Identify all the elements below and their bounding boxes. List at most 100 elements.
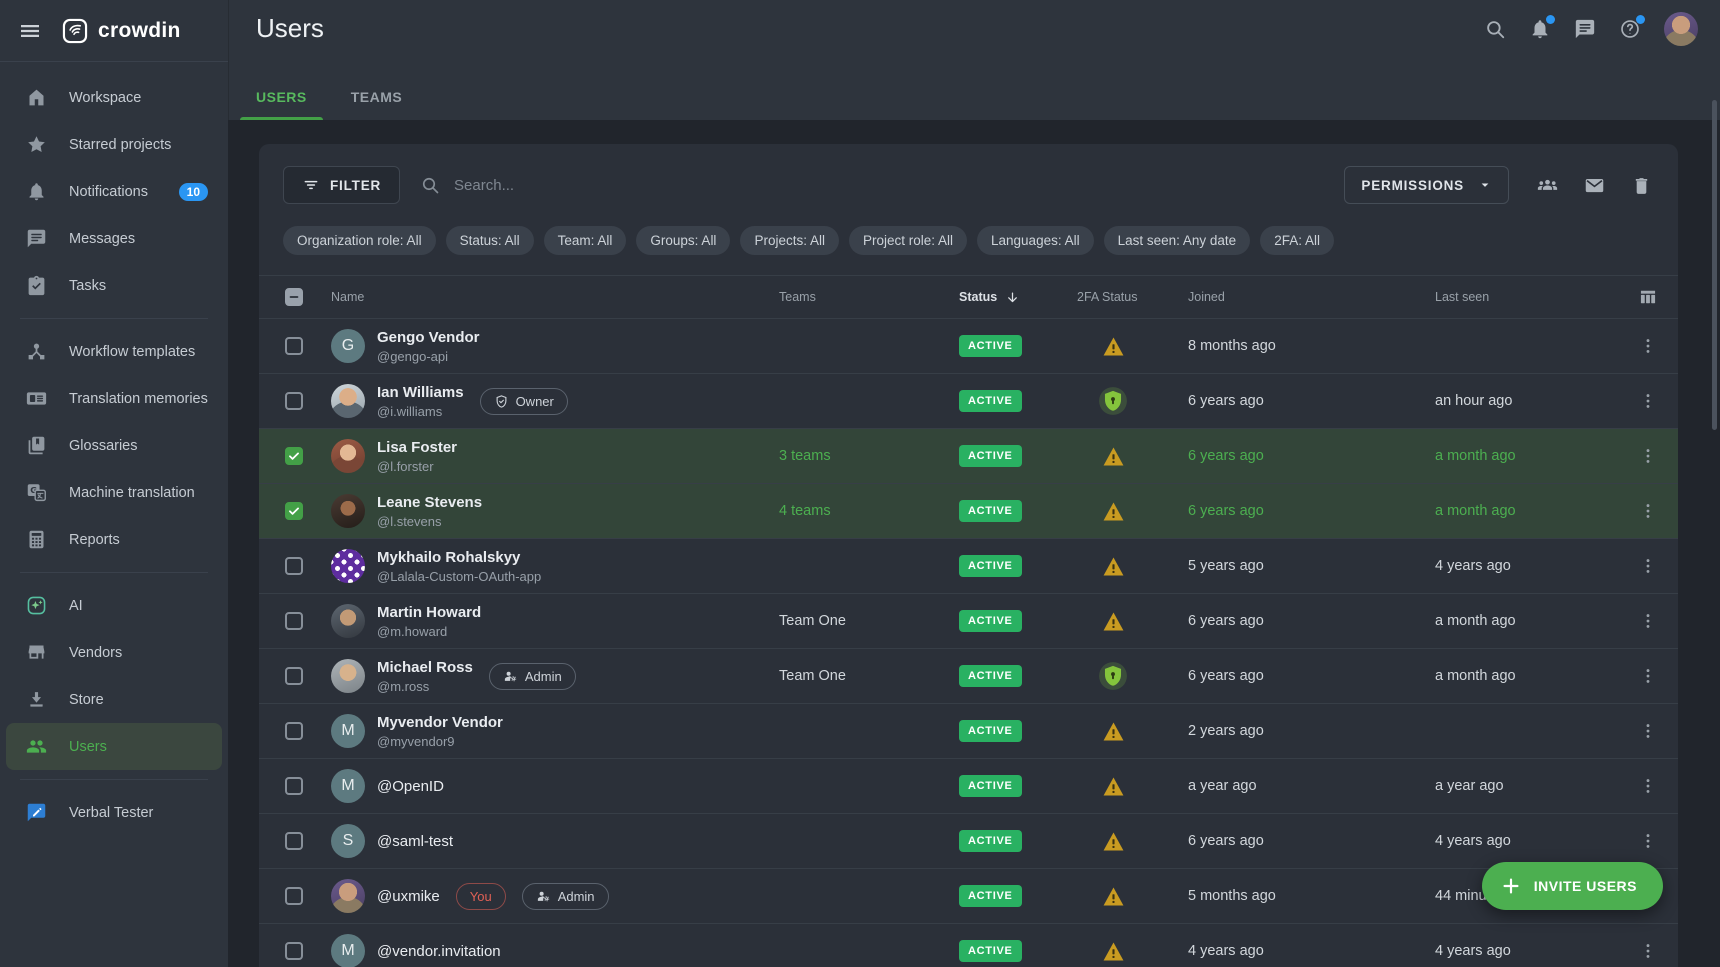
teams-value[interactable]: 4 teams — [779, 503, 831, 519]
sidebar-item-vendors[interactable]: Vendors — [0, 629, 228, 676]
row-checkbox[interactable] — [285, 942, 303, 960]
permissions-button[interactable]: PERMISSIONS — [1344, 166, 1509, 204]
user-name[interactable]: Martin Howard — [377, 604, 481, 621]
email-button[interactable] — [1584, 175, 1605, 196]
user-handle[interactable]: @vendor.invitation — [377, 943, 501, 960]
column-header-name[interactable]: Name — [331, 290, 364, 304]
row-menu-icon[interactable] — [1638, 721, 1658, 741]
sidebar-item-label: Starred projects — [69, 137, 171, 153]
sidebar-item-ai[interactable]: AI — [0, 582, 228, 629]
teams-value: Team One — [779, 668, 846, 684]
filter-chip[interactable]: Projects: All — [740, 226, 839, 255]
sidebar-item-machine-translation[interactable]: GMachine translation — [0, 469, 228, 516]
sidebar-item-reports[interactable]: Reports — [0, 516, 228, 563]
row-menu-icon[interactable] — [1638, 776, 1658, 796]
notifications-button[interactable] — [1529, 18, 1551, 40]
messages-button[interactable] — [1574, 18, 1596, 40]
filter-chip[interactable]: 2FA: All — [1260, 226, 1334, 255]
tab-teams[interactable]: TEAMS — [347, 89, 407, 120]
row-menu-icon[interactable] — [1638, 446, 1658, 466]
row-menu-icon[interactable] — [1638, 666, 1658, 686]
search-button[interactable] — [1484, 18, 1506, 40]
sidebar-item-label: AI — [69, 598, 83, 614]
sidebar-item-glossaries[interactable]: Glossaries — [0, 422, 228, 469]
table-row: Michael Ross@m.rossAdmin Team One ACTIVE… — [259, 649, 1678, 704]
row-menu-icon[interactable] — [1638, 391, 1658, 411]
teams-value: Team One — [779, 613, 846, 629]
row-checkbox[interactable] — [285, 557, 303, 575]
sidebar-item-messages[interactable]: Messages — [0, 215, 228, 262]
column-header-status[interactable]: Status — [959, 290, 1071, 305]
row-menu-icon[interactable] — [1638, 556, 1658, 576]
help-button[interactable] — [1619, 18, 1641, 40]
manage-groups-button[interactable] — [1537, 175, 1558, 196]
search-input[interactable] — [452, 176, 740, 195]
sidebar-item-tasks[interactable]: Tasks — [0, 262, 228, 309]
sidebar-item-workflow-templates[interactable]: Workflow templates — [0, 328, 228, 375]
sidebar-item-translation-memories[interactable]: Translation memories — [0, 375, 228, 422]
row-checkbox[interactable] — [285, 832, 303, 850]
user-name[interactable]: Michael Ross — [377, 659, 473, 676]
select-all-checkbox[interactable] — [285, 288, 303, 306]
filter-chip[interactable]: Languages: All — [977, 226, 1094, 255]
user-name[interactable]: Gengo Vendor — [377, 329, 480, 346]
column-header-last-seen[interactable]: Last seen — [1435, 290, 1489, 304]
row-checkbox[interactable] — [285, 337, 303, 355]
teams-value[interactable]: 3 teams — [779, 448, 831, 464]
filter-chip[interactable]: Team: All — [544, 226, 627, 255]
notifications-count-badge: 10 — [179, 183, 208, 201]
sidebar-item-verbal-tester[interactable]: Verbal Tester — [0, 789, 228, 836]
sidebar-item-starred-projects[interactable]: Starred projects — [0, 121, 228, 168]
filter-chip[interactable]: Project role: All — [849, 226, 967, 255]
invite-users-button[interactable]: INVITE USERS — [1482, 862, 1663, 910]
filter-chip[interactable]: Organization role: All — [283, 226, 436, 255]
filter-chip[interactable]: Groups: All — [636, 226, 730, 255]
glossary-icon — [26, 435, 47, 456]
row-menu-icon[interactable] — [1638, 336, 1658, 356]
tab-users[interactable]: USERS — [252, 89, 311, 120]
menu-icon[interactable] — [18, 19, 42, 43]
row-checkbox[interactable] — [285, 502, 303, 520]
column-header-teams[interactable]: Teams — [779, 290, 816, 304]
filter-chip[interactable]: Last seen: Any date — [1104, 226, 1251, 255]
user-name[interactable]: Ian Williams — [377, 384, 464, 401]
user-name[interactable]: Myvendor Vendor — [377, 714, 503, 731]
user-handle[interactable]: @OpenID — [377, 778, 444, 795]
row-checkbox[interactable] — [285, 777, 303, 795]
sidebar-item-store[interactable]: Store — [0, 676, 228, 723]
last-seen-value: a month ago — [1435, 668, 1618, 684]
row-checkbox[interactable] — [285, 612, 303, 630]
user-handle[interactable]: @uxmike — [377, 888, 440, 905]
row-menu-icon[interactable] — [1638, 501, 1658, 521]
user-name-block: Martin Howard@m.howard — [377, 604, 481, 639]
row-checkbox[interactable] — [285, 887, 303, 905]
filter-button[interactable]: FILTER — [283, 166, 400, 204]
columns-icon[interactable] — [1638, 287, 1658, 307]
column-header-2fa[interactable]: 2FA Status — [1077, 290, 1137, 304]
row-checkbox[interactable] — [285, 667, 303, 685]
crowdin-logo[interactable]: crowdin — [62, 18, 181, 44]
row-menu-icon[interactable] — [1638, 611, 1658, 631]
sidebar-item-workspace[interactable]: Workspace — [0, 74, 228, 121]
sidebar-item-notifications[interactable]: Notifications10 — [0, 168, 228, 215]
user-name[interactable]: Leane Stevens — [377, 494, 482, 511]
page-scrollbar[interactable] — [1712, 100, 1717, 430]
home-icon — [26, 87, 47, 108]
user-handle[interactable]: @saml-test — [377, 833, 453, 850]
row-menu-icon[interactable] — [1638, 831, 1658, 851]
avatar: G — [331, 329, 365, 363]
user-name[interactable]: Mykhailo Rohalskyy — [377, 549, 541, 566]
chevron-down-icon — [1476, 176, 1494, 194]
row-checkbox[interactable] — [285, 722, 303, 740]
delete-button[interactable] — [1631, 175, 1652, 196]
row-checkbox[interactable] — [285, 392, 303, 410]
last-seen-value: 4 years ago — [1435, 943, 1618, 959]
user-avatar[interactable] — [1664, 12, 1698, 46]
search-box[interactable] — [420, 175, 740, 195]
user-name[interactable]: Lisa Foster — [377, 439, 457, 456]
row-menu-icon[interactable] — [1638, 941, 1658, 961]
column-header-joined[interactable]: Joined — [1188, 290, 1225, 304]
row-checkbox[interactable] — [285, 447, 303, 465]
filter-chip[interactable]: Status: All — [446, 226, 534, 255]
sidebar-item-users[interactable]: Users — [6, 723, 222, 770]
